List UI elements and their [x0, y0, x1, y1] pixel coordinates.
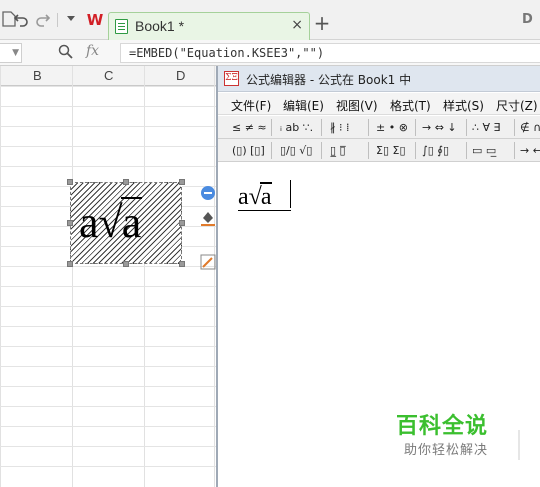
tab-book1[interactable]: Book1 * × — [108, 12, 310, 40]
palette-separator — [321, 142, 322, 159]
embedded-equation: a√a — [79, 197, 143, 247]
palette-separator — [271, 119, 272, 136]
watermark: 百科全说 助你轻松解决 — [396, 408, 506, 458]
palette-logic[interactable]: ∴ ∀ ∃ — [472, 118, 500, 137]
palette-separator — [415, 142, 416, 159]
scroll-edge — [518, 430, 520, 460]
undo-icon[interactable] — [12, 11, 30, 29]
palette-separator — [514, 142, 515, 159]
search-icon[interactable] — [58, 44, 73, 63]
menu-view[interactable]: 视图(V) — [336, 97, 378, 114]
name-box[interactable]: ▼ — [0, 43, 22, 63]
equation-prefix: a — [79, 198, 99, 247]
menu-edit[interactable]: 编辑(E) — [283, 97, 324, 114]
palette-labeled-arrows[interactable]: → ← — [520, 141, 540, 160]
column-header-c[interactable]: C — [104, 68, 113, 83]
resize-handle[interactable] — [67, 261, 73, 267]
palette-arrows[interactable]: → ⇔ ↓ — [422, 118, 457, 137]
new-tab-button[interactable]: + — [313, 12, 331, 34]
equation-display: a√a — [238, 182, 273, 211]
radical: √a — [98, 197, 143, 247]
resize-handle[interactable] — [67, 179, 73, 185]
toolbar-separator — [57, 13, 58, 27]
palette-overbars[interactable]: ▭ ▭̲ — [472, 141, 496, 160]
palette-embellishments[interactable]: ∦ ⁝ ⁞ — [330, 118, 350, 137]
resize-handle[interactable] — [179, 261, 185, 267]
palette-fractions-radicals[interactable]: ▯/▯ √▯ — [280, 141, 312, 160]
selection-underline — [238, 210, 291, 211]
resize-handle[interactable] — [123, 261, 129, 267]
palette-separator — [466, 142, 467, 159]
palette-separator — [514, 119, 515, 136]
grid-line — [144, 66, 145, 487]
watermark-subtitle: 助你轻松解决 — [404, 443, 489, 458]
symbol-palette-row: ≤ ≠ ≈ ᵢ ab ∵. ∦ ⁝ ⁞ ± • ⊗ → ⇔ ↓ ∴ ∀ ∃ ∉ … — [218, 116, 540, 139]
equation-editor-titlebar[interactable]: ΣΞ 公式编辑器 - 公式在 Book1 中 — [218, 66, 540, 92]
palette-spaces[interactable]: ᵢ ab ∵. — [280, 118, 313, 137]
menu-style[interactable]: 样式(S) — [443, 97, 484, 114]
palette-relations[interactable]: ≤ ≠ ≈ — [232, 118, 267, 137]
insert-function-button[interactable]: fx — [86, 43, 99, 59]
equation-radicand: a — [120, 197, 143, 247]
equation-editor-icon: ΣΞ — [224, 71, 239, 86]
embedded-equation-object[interactable]: a√a — [70, 182, 182, 264]
formula-bar: ▼ fx =EMBED("Equation.KSEE3","") — [0, 40, 540, 66]
equation-prefix: a — [238, 184, 249, 210]
window-title: 公式编辑器 - 公式在 Book1 中 — [246, 73, 412, 87]
menu-bar: 文件(F) 编辑(E) 视图(V) 格式(T) 样式(S) 尺寸(Z) — [218, 93, 540, 115]
palette-integrals[interactable]: ∫▯ ∮▯ — [422, 141, 449, 160]
equation-radicand: a — [259, 182, 273, 210]
palette-separator — [321, 119, 322, 136]
palette-summations[interactable]: Σ▯ Σ▯ — [376, 141, 406, 160]
wps-logo-icon[interactable]: W — [86, 11, 104, 29]
resize-handle[interactable] — [179, 220, 185, 226]
close-tab-icon[interactable]: × — [291, 17, 303, 33]
menu-size[interactable]: 尺寸(Z) — [496, 97, 538, 114]
account-icon[interactable]: D — [522, 12, 533, 27]
palette-separator — [466, 119, 467, 136]
palette-separator — [368, 142, 369, 159]
grid-line — [72, 66, 73, 487]
resize-handle[interactable] — [123, 179, 129, 185]
redo-icon[interactable] — [34, 11, 52, 29]
resize-handle[interactable] — [67, 220, 73, 226]
grid-line — [0, 66, 1, 487]
formula-text: =EMBED("Equation.KSEE3","") — [129, 46, 325, 60]
column-header-d[interactable]: D — [176, 68, 185, 83]
palette-fences[interactable]: (▯) [▯] — [232, 141, 265, 160]
palette-sets[interactable]: ∉ ∩ — [520, 118, 540, 137]
palette-separator — [415, 119, 416, 136]
tab-label: Book1 * — [135, 18, 185, 34]
formula-input[interactable]: =EMBED("Equation.KSEE3","") — [120, 43, 540, 63]
resize-handle[interactable] — [179, 179, 185, 185]
watermark-title: 百科全说 — [396, 414, 489, 439]
menu-file[interactable]: 文件(F) — [231, 97, 271, 114]
dropdown-icon[interactable] — [62, 11, 80, 29]
title-bar: W Book1 * × + D — [0, 0, 540, 40]
palette-separator — [271, 142, 272, 159]
spreadsheet-icon — [115, 19, 128, 34]
menu-format[interactable]: 格式(T) — [390, 97, 431, 114]
template-palette-row: (▯) [▯] ▯/▯ √▯ ▯̲ ▯̅ Σ▯ Σ▯ ∫▯ ∮▯ ▭ ▭̲ → … — [218, 139, 540, 162]
palette-sub-superscripts[interactable]: ▯̲ ▯̅ — [330, 141, 346, 160]
palette-operators[interactable]: ± • ⊗ — [376, 118, 408, 137]
column-header-b[interactable]: B — [33, 68, 42, 83]
text-caret — [290, 180, 291, 208]
radical: √a — [248, 182, 273, 210]
spreadsheet-window: W Book1 * × + D ▼ fx =EMBED("Equation.KS… — [0, 0, 540, 487]
palette-separator — [368, 119, 369, 136]
